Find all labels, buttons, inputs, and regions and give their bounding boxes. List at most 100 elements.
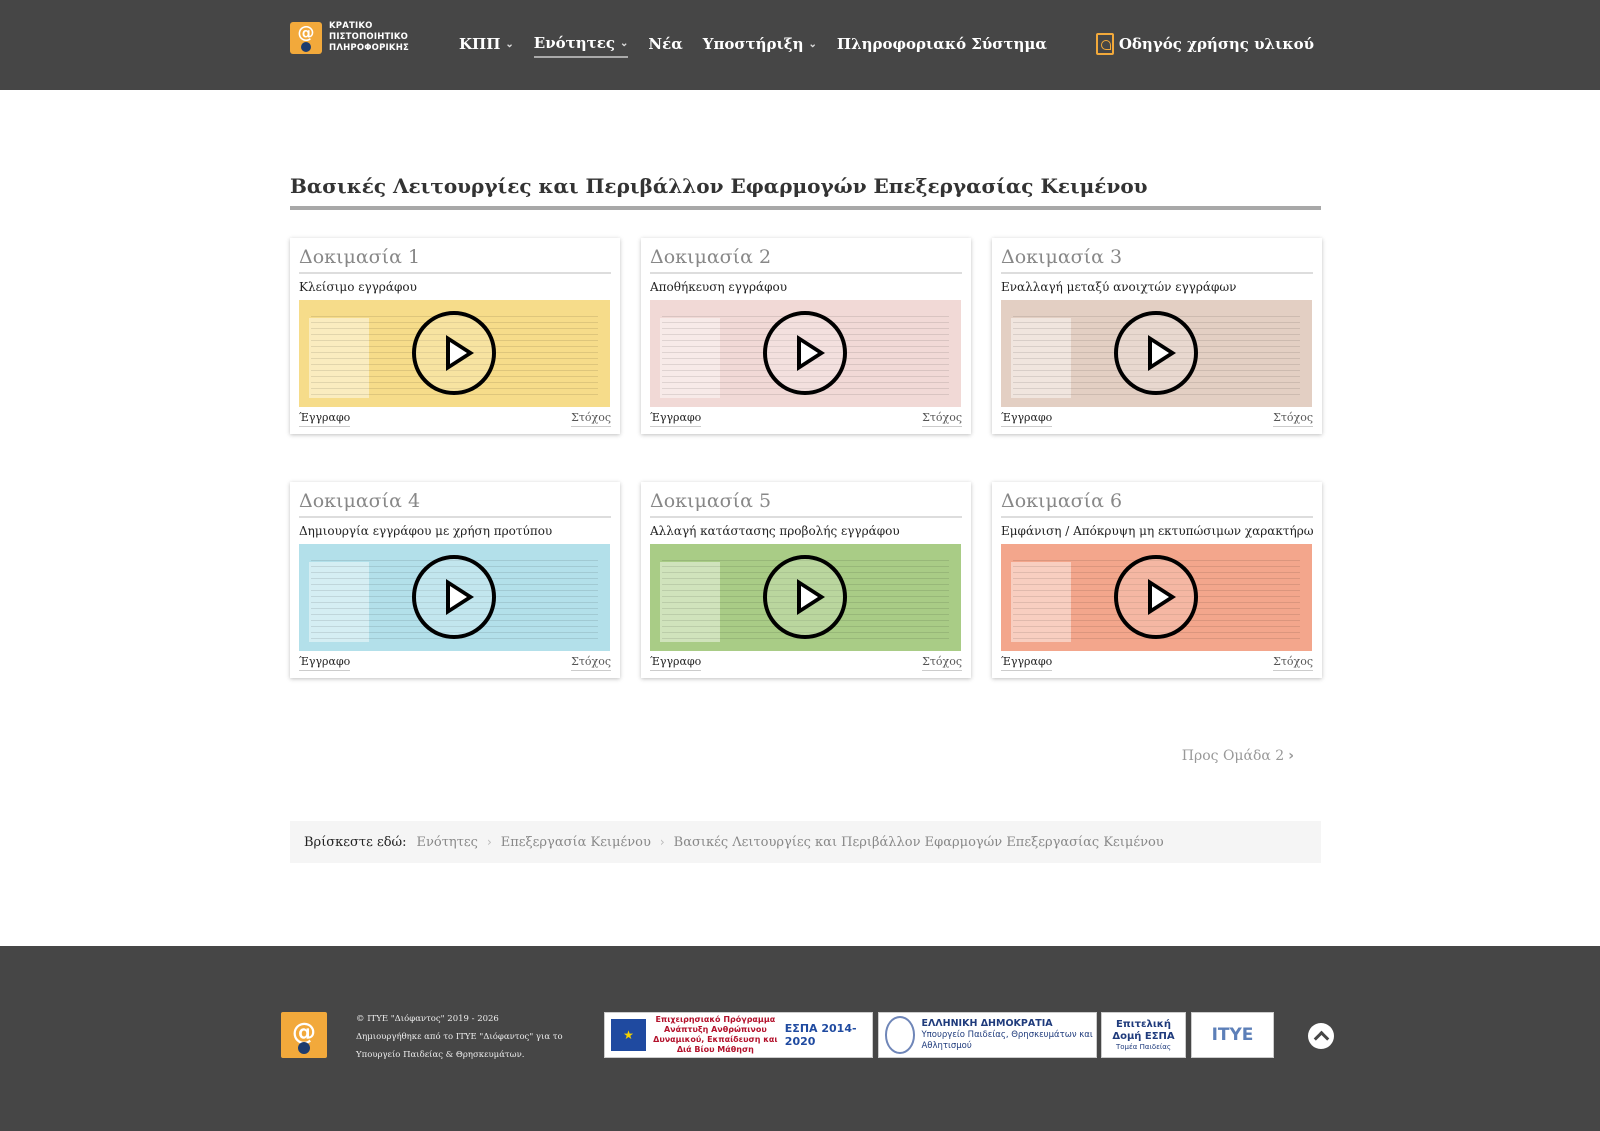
task-card: Δοκιμασία 5 Αλλαγή κατάστασης προβολής εγ… bbox=[641, 482, 971, 678]
breadcrumb-item-enotites[interactable]: Ενότητες bbox=[417, 835, 478, 850]
espa-structure-title: Επιτελική Δομή ΕΣΠΑ bbox=[1112, 1019, 1175, 1042]
goal-link[interactable]: Στόχος bbox=[922, 411, 962, 427]
footer-logo-icon: @ bbox=[281, 1012, 327, 1058]
logo-at-icon: @ bbox=[290, 21, 322, 54]
chevron-right-icon: › bbox=[486, 835, 492, 849]
nav-label: Πληροφοριακό Σύστημα bbox=[836, 35, 1047, 53]
video-thumbnail[interactable] bbox=[299, 300, 610, 407]
goal-link[interactable]: Στόχος bbox=[571, 655, 611, 671]
breadcrumb-item-current: Βασικές Λειτουργίες και Περιβάλλον Εφαρμ… bbox=[673, 834, 1164, 850]
video-thumbnail[interactable] bbox=[299, 544, 610, 651]
next-group-label: Προς Ομάδα 2 bbox=[1181, 748, 1285, 764]
hellenic-republic-logo[interactable]: ΕΛΛΗΝΙΚΗ ΔΗΜΟΚΡΑΤΙΑ Υπουργείο Παιδείας, … bbox=[878, 1012, 1097, 1058]
card-footer: Έγγραφο Στόχος bbox=[650, 655, 962, 671]
espa-program-logo[interactable]: ★ Επιχειρησιακό Πρόγραμμα Ανάπτυξη Ανθρώ… bbox=[604, 1012, 873, 1058]
guide-label: Οδηγός χρήσης υλικού bbox=[1118, 35, 1314, 53]
footer-credit-line: Δημιουργήθηκε από το ΙΤΥΕ "Διόφαντος" γι… bbox=[356, 1032, 563, 1042]
play-icon[interactable] bbox=[412, 555, 496, 639]
task-card: Δοκιμασία 6 Εμφάνιση / Απόκρυψη μη εκτυπώ… bbox=[992, 482, 1322, 678]
main-nav: ΚΠΠ ⌄ Ενότητες ⌄ Νέα Υποστήριξη ⌄ Πληροφορι… bbox=[459, 34, 1067, 58]
chevron-down-icon: ⌄ bbox=[505, 38, 514, 50]
program-text: Επιχειρησιακό Πρόγραμμα Ανάπτυξη Ανθρώπι… bbox=[653, 1015, 778, 1054]
thumbnail-ribbon bbox=[299, 544, 610, 554]
chevron-right-icon: › bbox=[1288, 748, 1294, 764]
task-card: Δοκιμασία 1 Κλείσιμο εγγράφου Έγγραφο Στόχο… bbox=[290, 238, 620, 434]
goal-link[interactable]: Στόχος bbox=[1273, 655, 1313, 671]
thumbnail-ribbon bbox=[299, 300, 610, 310]
pdf-icon bbox=[1095, 33, 1114, 55]
card-title: Δοκιμασία 2 bbox=[650, 246, 962, 274]
play-icon[interactable] bbox=[412, 311, 496, 395]
goal-link[interactable]: Στόχος bbox=[922, 655, 962, 671]
chevron-up-icon[interactable] bbox=[1308, 1023, 1334, 1049]
document-link[interactable]: Έγγραφο bbox=[1001, 411, 1053, 427]
nav-item-information-system[interactable]: Πληροφοριακό Σύστημα bbox=[837, 35, 1047, 57]
espa-structure-sub: Τομέα Παιδείας bbox=[1115, 1043, 1172, 1051]
breadcrumb: Βρίσκεστε εδώ: Ενότητες › Επεξεργασία Κε… bbox=[290, 821, 1321, 863]
video-thumbnail[interactable] bbox=[1001, 300, 1312, 407]
footer-credit-line: Υπουργείο Παιδείας & Θρησκευμάτων. bbox=[356, 1050, 525, 1060]
logo-text: ΚΡΑΤΙΚΟ ΠΙΣΤΟΠΟΙΗΤΙΚΟ ΠΛΗΡΟΦΟΡΙΚΗΣ bbox=[329, 21, 409, 54]
page-title: Βασικές Λειτουργίες και Περιβάλλον Εφαρμ… bbox=[290, 174, 1321, 210]
video-thumbnail[interactable] bbox=[1001, 544, 1312, 651]
chevron-down-icon: ⌄ bbox=[808, 38, 817, 50]
logo-line-1: ΚΡΑΤΙΚΟ bbox=[329, 21, 373, 31]
document-link[interactable]: Έγγραφο bbox=[650, 411, 702, 427]
nav-item-kpp[interactable]: ΚΠΠ ⌄ bbox=[459, 35, 514, 57]
chevron-right-icon: › bbox=[659, 835, 665, 849]
card-subtitle: Εμφάνιση / Απόκρυψη μη εκτυπώσιμων χαρακ… bbox=[1001, 524, 1313, 538]
thumbnail-ribbon bbox=[1001, 300, 1312, 310]
card-footer: Έγγραφο Στόχος bbox=[299, 655, 611, 671]
card-subtitle: Δημιουργία εγγράφου με χρήση προτύπου bbox=[299, 524, 553, 538]
thumbnail-ribbon bbox=[1001, 544, 1312, 554]
card-subtitle: Αποθήκευση εγγράφου bbox=[650, 280, 788, 294]
thumbnail-ribbon bbox=[650, 300, 961, 310]
nav-label: Ενότητες bbox=[533, 34, 615, 52]
chevron-down-icon: ⌄ bbox=[619, 37, 629, 49]
nav-item-enotites[interactable]: Ενότητες ⌄ bbox=[533, 34, 629, 58]
thumbnail-ribbon bbox=[650, 544, 961, 554]
document-link[interactable]: Έγγραφο bbox=[1001, 655, 1053, 671]
play-icon[interactable] bbox=[763, 311, 847, 395]
document-link[interactable]: Έγγραφο bbox=[299, 411, 351, 427]
document-link[interactable]: Έγγραφο bbox=[650, 655, 702, 671]
guide-link[interactable]: Οδηγός χρήσης υλικού bbox=[1095, 33, 1314, 55]
espa-structure-logo[interactable]: Επιτελική Δομή ΕΣΠΑ Τομέα Παιδείας bbox=[1101, 1012, 1186, 1058]
card-title: Δοκιμασία 3 bbox=[1001, 246, 1313, 274]
espa-mark: ΕΣΠΑ 2014-2020 bbox=[784, 1022, 857, 1048]
nav-label: Νέα bbox=[648, 35, 683, 53]
next-group-link[interactable]: Προς Ομάδα 2 › bbox=[1182, 748, 1294, 764]
card-subtitle: Κλείσιμο εγγράφου bbox=[299, 280, 417, 294]
card-subtitle: Αλλαγή κατάστασης προβολής εγγράφου bbox=[650, 524, 900, 538]
site-logo[interactable]: @ ΚΡΑΤΙΚΟ ΠΙΣΤΟΠΟΙΗΤΙΚΟ ΠΛΗΡΟΦΟΡΙΚΗΣ bbox=[290, 21, 409, 54]
ministry-text: ΕΛΛΗΝΙΚΗ ΔΗΜΟΚΡΑΤΙΑ Υπουργείο Παιδείας, … bbox=[921, 1018, 1096, 1052]
greek-seal-icon bbox=[885, 1016, 916, 1054]
copyright: © ΙΤΥΕ "Διόφαντος" 2019 - 2026 bbox=[356, 1014, 499, 1024]
goal-link[interactable]: Στόχος bbox=[571, 411, 611, 427]
cti-diophantus-logo[interactable]: ΙΤΥΕ bbox=[1191, 1012, 1274, 1058]
task-card: Δοκιμασία 4 Δημιουργία εγγράφου με χρήση … bbox=[290, 482, 620, 678]
nav-label: Υποστήριξη bbox=[702, 35, 804, 53]
nav-item-ypostirixi[interactable]: Υποστήριξη ⌄ bbox=[703, 35, 817, 57]
footer-text: © ΙΤΥΕ "Διόφαντος" 2019 - 2026 Δημιουργή… bbox=[356, 1010, 563, 1064]
task-card: Δοκιμασία 2 Αποθήκευση εγγράφου Έγγραφο Στό… bbox=[641, 238, 971, 434]
breadcrumb-label: Βρίσκεστε εδώ: bbox=[304, 834, 407, 850]
card-title: Δοκιμασία 4 bbox=[299, 490, 611, 518]
play-icon[interactable] bbox=[1114, 311, 1198, 395]
card-title: Δοκιμασία 1 bbox=[299, 246, 611, 274]
logo-line-3: ΠΛΗΡΟΦΟΡΙΚΗΣ bbox=[329, 43, 410, 53]
republic-title: ΕΛΛΗΝΙΚΗ ΔΗΜΟΚΡΑΤΙΑ bbox=[921, 1018, 1053, 1029]
card-footer: Έγγραφο Στόχος bbox=[1001, 655, 1313, 671]
goal-link[interactable]: Στόχος bbox=[1273, 411, 1313, 427]
nav-label: ΚΠΠ bbox=[459, 35, 501, 53]
play-icon[interactable] bbox=[1114, 555, 1198, 639]
card-footer: Έγγραφο Στόχος bbox=[650, 411, 962, 427]
video-thumbnail[interactable] bbox=[650, 300, 961, 407]
video-thumbnail[interactable] bbox=[650, 544, 961, 651]
play-icon[interactable] bbox=[763, 555, 847, 639]
breadcrumb-item-word-processing[interactable]: Επεξεργασία Κειμένου bbox=[501, 835, 651, 850]
task-card: Δοκιμασία 3 Εναλλαγή μεταξύ ανοιχτών εγγρ… bbox=[992, 238, 1322, 434]
nav-item-nea[interactable]: Νέα bbox=[648, 35, 682, 57]
document-link[interactable]: Έγγραφο bbox=[299, 655, 351, 671]
card-subtitle: Εναλλαγή μεταξύ ανοιχτών εγγράφων bbox=[1001, 280, 1237, 294]
